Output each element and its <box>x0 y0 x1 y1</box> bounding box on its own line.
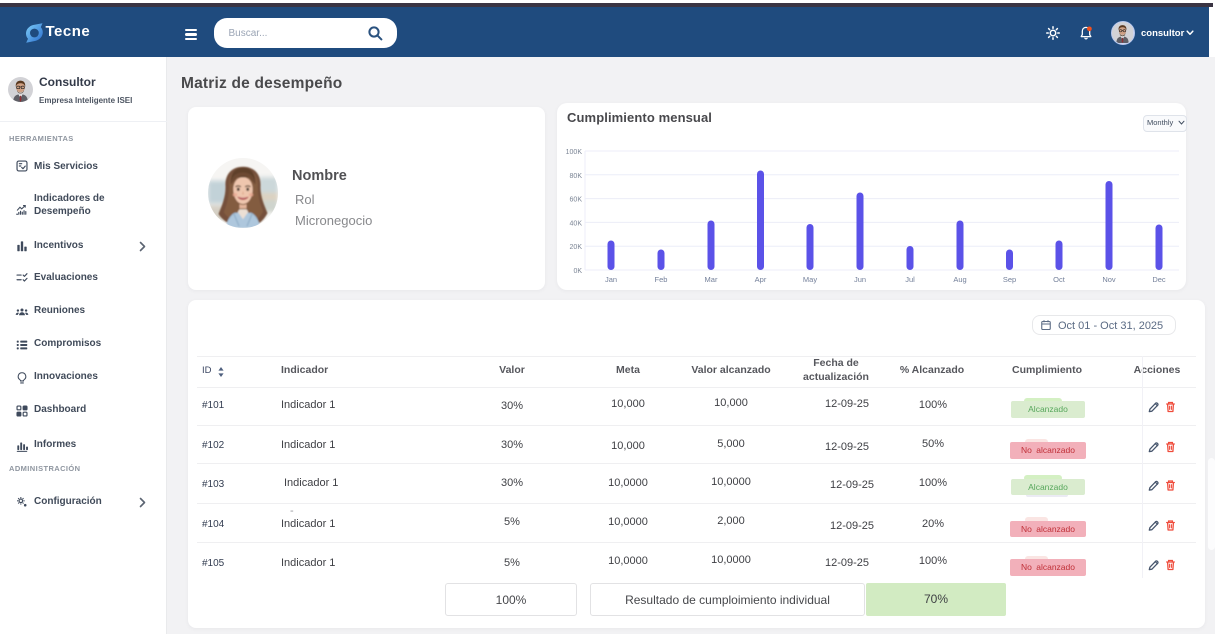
svg-text:Apr: Apr <box>755 275 767 284</box>
svg-text:40K: 40K <box>570 220 583 227</box>
svg-text:Aug: Aug <box>953 275 966 284</box>
svg-text:Nov: Nov <box>1102 275 1116 284</box>
svg-text:May: May <box>803 275 817 284</box>
svg-text:Oct: Oct <box>1053 275 1066 284</box>
svg-text:100K: 100K <box>566 149 583 156</box>
svg-text:0K: 0K <box>573 268 582 275</box>
svg-text:Jul: Jul <box>905 275 915 284</box>
svg-text:60K: 60K <box>570 197 583 204</box>
svg-text:20K: 20K <box>570 244 583 251</box>
svg-text:80K: 80K <box>570 173 583 180</box>
svg-text:Jan: Jan <box>605 275 617 284</box>
svg-text:Feb: Feb <box>655 275 668 284</box>
svg-text:Dec: Dec <box>1152 275 1166 284</box>
svg-text:Jun: Jun <box>854 275 866 284</box>
svg-text:Sep: Sep <box>1003 275 1016 284</box>
svg-text:Mar: Mar <box>705 275 718 284</box>
